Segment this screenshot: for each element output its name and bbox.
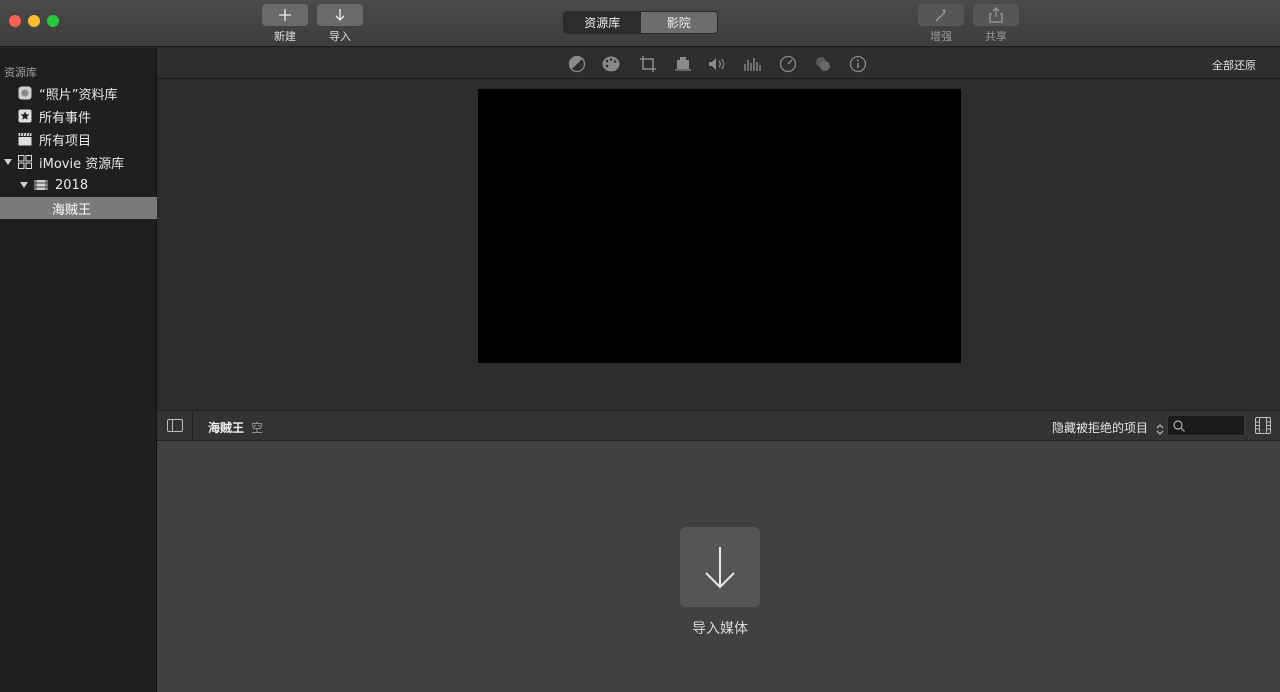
import-media-label: 导入媒体 — [692, 621, 748, 637]
arrow-down-icon — [335, 9, 345, 21]
close-window-button[interactable] — [9, 15, 21, 27]
disclosure-triangle-icon[interactable] — [4, 159, 12, 165]
minimize-window-button[interactable] — [28, 15, 40, 27]
sidebar-item-label: “照片”资料库 — [39, 87, 118, 103]
sidebar-item-2018[interactable]: 2018 — [0, 174, 157, 196]
video-preview[interactable] — [478, 89, 961, 363]
event-title: 海贼王 — [208, 421, 245, 435]
color-palette-icon[interactable] — [601, 54, 621, 74]
search-field[interactable] — [1167, 415, 1245, 436]
sidebar-item-label: 2018 — [55, 177, 89, 193]
sidebar-item-all-projects[interactable]: 所有项目 — [0, 128, 157, 150]
star-icon — [18, 109, 32, 123]
sidebar-item-label: 所有事件 — [39, 110, 92, 126]
enhance-button-label: 增强 — [930, 30, 952, 43]
browser-header: 海贼王 空 隐藏被拒绝的项目 — [157, 410, 1280, 441]
plus-icon — [279, 9, 291, 21]
import-button-label: 导入 — [329, 30, 351, 43]
photos-icon — [18, 86, 32, 100]
search-icon — [1173, 420, 1185, 432]
divider — [192, 411, 193, 441]
sidebar-item-label: 海贼王 — [52, 202, 92, 218]
filter-icon[interactable] — [813, 54, 833, 74]
updown-chevron-icon — [1156, 423, 1164, 435]
filmstrip-view-icon[interactable] — [1255, 417, 1271, 434]
import-media-button[interactable] — [680, 527, 760, 607]
volume-icon[interactable] — [707, 54, 727, 74]
arrow-down-icon — [705, 547, 735, 589]
view-mode-segmented-control: 资源库 影院 — [563, 11, 718, 34]
sidebar-item-imovie-library[interactable]: iMovie 资源库 — [0, 151, 157, 173]
new-button[interactable]: 新建 — [262, 4, 308, 44]
film-icon — [34, 178, 48, 192]
clapper-icon — [18, 132, 32, 146]
filter-popup[interactable]: 隐藏被拒绝的项目 — [1052, 419, 1164, 436]
enhance-button[interactable]: 增强 — [918, 4, 964, 44]
sidebar-toggle-icon[interactable] — [167, 419, 183, 432]
stabilization-icon[interactable] — [673, 54, 693, 74]
sidebar-item-photos-library[interactable]: “照片”资料库 — [0, 82, 157, 104]
import-button[interactable]: 导入 — [317, 4, 363, 44]
tab-library[interactable]: 资源库 — [564, 12, 641, 33]
crop-icon[interactable] — [638, 54, 658, 74]
adjustments-bar: 全部还原 — [157, 48, 1280, 79]
event-status: 空 — [251, 421, 264, 435]
grid-icon — [18, 155, 32, 169]
browser-content: 导入媒体 — [157, 441, 1280, 692]
equalizer-icon[interactable] — [743, 54, 763, 74]
window-toolbar: 新建 导入 资源库 影院 增强 共享 — [0, 0, 1280, 47]
speed-icon[interactable] — [778, 54, 798, 74]
filter-label: 隐藏被拒绝的项目 — [1052, 421, 1149, 435]
magic-wand-icon — [935, 9, 946, 22]
sidebar-item-label: 所有项目 — [39, 133, 92, 149]
info-icon[interactable] — [848, 54, 868, 74]
sidebar-item-label: iMovie 资源库 — [39, 156, 125, 172]
share-button-label: 共享 — [985, 30, 1007, 43]
zoom-window-button[interactable] — [47, 15, 59, 27]
sidebar-header: 资源库 — [4, 66, 37, 79]
sidebar-item-all-events[interactable]: 所有事件 — [0, 105, 157, 127]
disclosure-triangle-icon[interactable] — [20, 182, 28, 188]
color-balance-icon[interactable] — [567, 54, 587, 74]
restore-all-button[interactable]: 全部还原 — [1212, 57, 1256, 73]
new-button-label: 新建 — [274, 30, 296, 43]
sidebar-item-one-piece[interactable]: 海贼王 — [0, 197, 157, 219]
share-button[interactable]: 共享 — [973, 4, 1019, 44]
library-sidebar: 资源库 “照片”资料库 所有事件 所有项目 iMovie 资源库 2018 海贼… — [0, 48, 157, 692]
share-icon — [989, 7, 1003, 23]
tab-theater[interactable]: 影院 — [640, 12, 717, 33]
